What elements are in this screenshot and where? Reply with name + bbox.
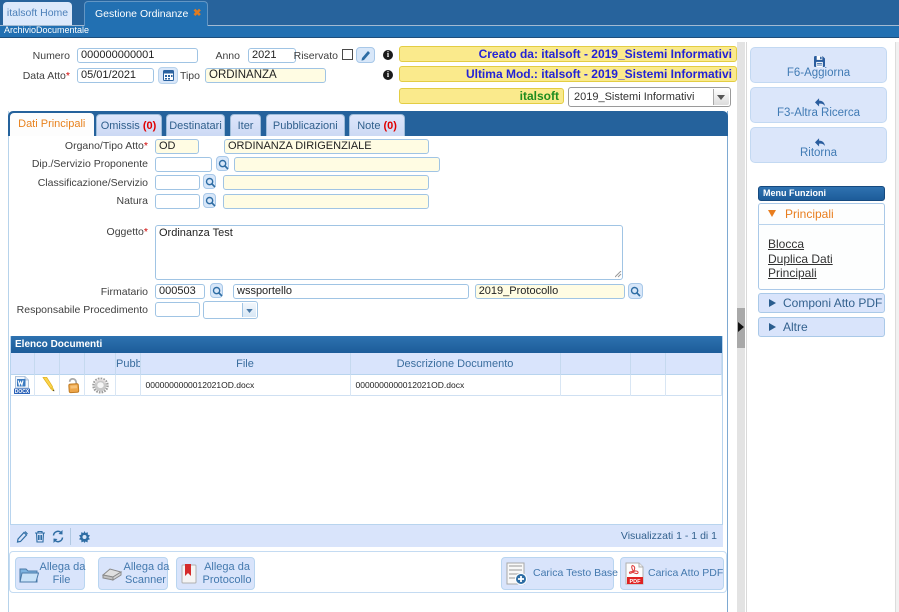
svg-text:PDF: PDF (630, 579, 642, 585)
